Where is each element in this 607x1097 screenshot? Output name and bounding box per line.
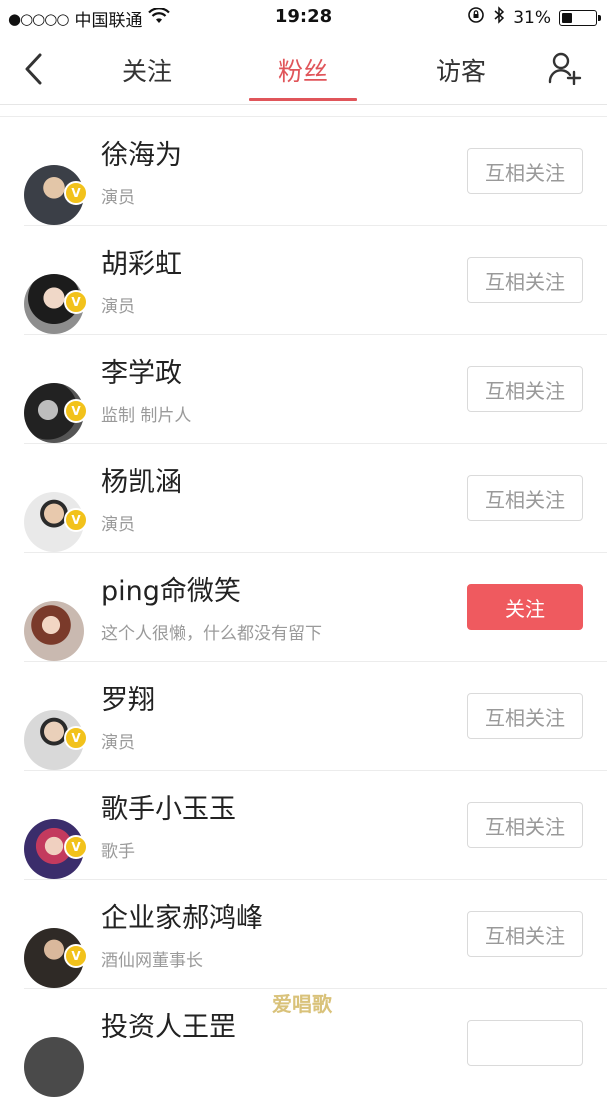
- list-item[interactable]: V 杨凯涵 演员 互相关注: [24, 444, 607, 553]
- battery-icon: [559, 9, 601, 26]
- avatar[interactable]: V: [24, 686, 90, 770]
- avatar-image: [24, 601, 84, 661]
- back-button[interactable]: [18, 50, 50, 88]
- tab-fans[interactable]: 粉丝: [233, 52, 373, 88]
- list-item[interactable]: V 胡彩虹 演员 互相关注: [24, 226, 607, 335]
- verified-badge-icon: V: [64, 508, 88, 532]
- follower-name[interactable]: 李学政: [101, 351, 182, 390]
- rotation-lock-icon: [467, 6, 485, 29]
- verified-badge-icon: V: [64, 944, 88, 968]
- follower-description: 演员: [101, 297, 135, 317]
- nav-bar: 关注 粉丝 访客: [0, 34, 607, 105]
- tab-following[interactable]: 关注: [77, 52, 217, 88]
- verified-badge-icon: V: [64, 399, 88, 423]
- follower-name[interactable]: 企业家郝鸿峰: [101, 896, 263, 935]
- list-item[interactable]: ping命微笑 这个人很懒，什么都没有留下 关注: [24, 553, 607, 662]
- follower-description: 演员: [101, 188, 135, 208]
- mutual-follow-button[interactable]: 互相关注: [467, 802, 583, 848]
- follower-name[interactable]: 胡彩虹: [101, 242, 182, 281]
- follower-name[interactable]: 杨凯涵: [101, 460, 182, 499]
- mutual-follow-button[interactable]: 互相关注: [467, 366, 583, 412]
- follower-name[interactable]: 罗翔: [101, 678, 155, 717]
- add-user-icon: [548, 52, 582, 85]
- active-tab-indicator: [249, 98, 357, 101]
- follower-description: 酒仙网董事长: [101, 951, 203, 971]
- add-user-button[interactable]: [545, 48, 585, 88]
- avatar[interactable]: V: [24, 795, 90, 879]
- follower-name[interactable]: ping命微笑: [101, 569, 241, 608]
- avatar[interactable]: [24, 577, 90, 661]
- follower-name[interactable]: 歌手小玉玉: [101, 787, 236, 826]
- followers-list: V 徐海为 演员 互相关注 V 胡彩虹 演员 互相关注 V 李学政 监制 制片人…: [0, 116, 607, 1097]
- follower-name[interactable]: 投资人王罡: [101, 1005, 236, 1044]
- battery-fill: [562, 12, 572, 23]
- avatar-image: [24, 1037, 84, 1097]
- tab-visitors[interactable]: 访客: [391, 52, 531, 88]
- avatar[interactable]: V: [24, 359, 90, 443]
- list-item[interactable]: V 李学政 监制 制片人 互相关注: [24, 335, 607, 444]
- verified-badge-icon: V: [64, 835, 88, 859]
- status-bar: ●○○○○ 中国联通 19:28 31%: [0, 0, 607, 34]
- follower-description: 演员: [101, 515, 135, 535]
- avatar[interactable]: V: [24, 141, 90, 225]
- follower-name[interactable]: 徐海为: [101, 133, 182, 172]
- watermark: 爱唱歌: [272, 992, 332, 1016]
- list-item[interactable]: V 歌手小玉玉 歌手 互相关注: [24, 771, 607, 880]
- avatar[interactable]: V: [24, 250, 90, 334]
- avatar[interactable]: [24, 1013, 90, 1097]
- bluetooth-icon: [493, 6, 505, 29]
- mutual-follow-button[interactable]: 互相关注: [467, 693, 583, 739]
- mutual-follow-button[interactable]: 互相关注: [467, 257, 583, 303]
- follower-description: 歌手: [101, 842, 135, 862]
- list-item[interactable]: V 徐海为 演员 互相关注: [24, 117, 607, 226]
- status-right: 31%: [467, 6, 601, 29]
- avatar[interactable]: V: [24, 468, 90, 552]
- verified-badge-icon: V: [64, 181, 88, 205]
- list-item[interactable]: V 罗翔 演员 互相关注: [24, 662, 607, 771]
- battery-percent: 31%: [513, 7, 551, 28]
- mutual-follow-button[interactable]: 互相关注: [467, 148, 583, 194]
- mutual-follow-button[interactable]: 互相关注: [467, 475, 583, 521]
- follower-description: 监制 制片人: [101, 406, 192, 426]
- mutual-follow-button[interactable]: [467, 1020, 583, 1066]
- mutual-follow-button[interactable]: 互相关注: [467, 911, 583, 957]
- avatar[interactable]: V: [24, 904, 90, 988]
- verified-badge-icon: V: [64, 290, 88, 314]
- follower-description: 演员: [101, 733, 135, 753]
- follow-button[interactable]: 关注: [467, 584, 583, 630]
- chevron-left-icon: [25, 53, 42, 85]
- verified-badge-icon: V: [64, 726, 88, 750]
- list-item[interactable]: V 企业家郝鸿峰 酒仙网董事长 互相关注: [24, 880, 607, 989]
- follower-description: 这个人很懒，什么都没有留下: [101, 624, 322, 644]
